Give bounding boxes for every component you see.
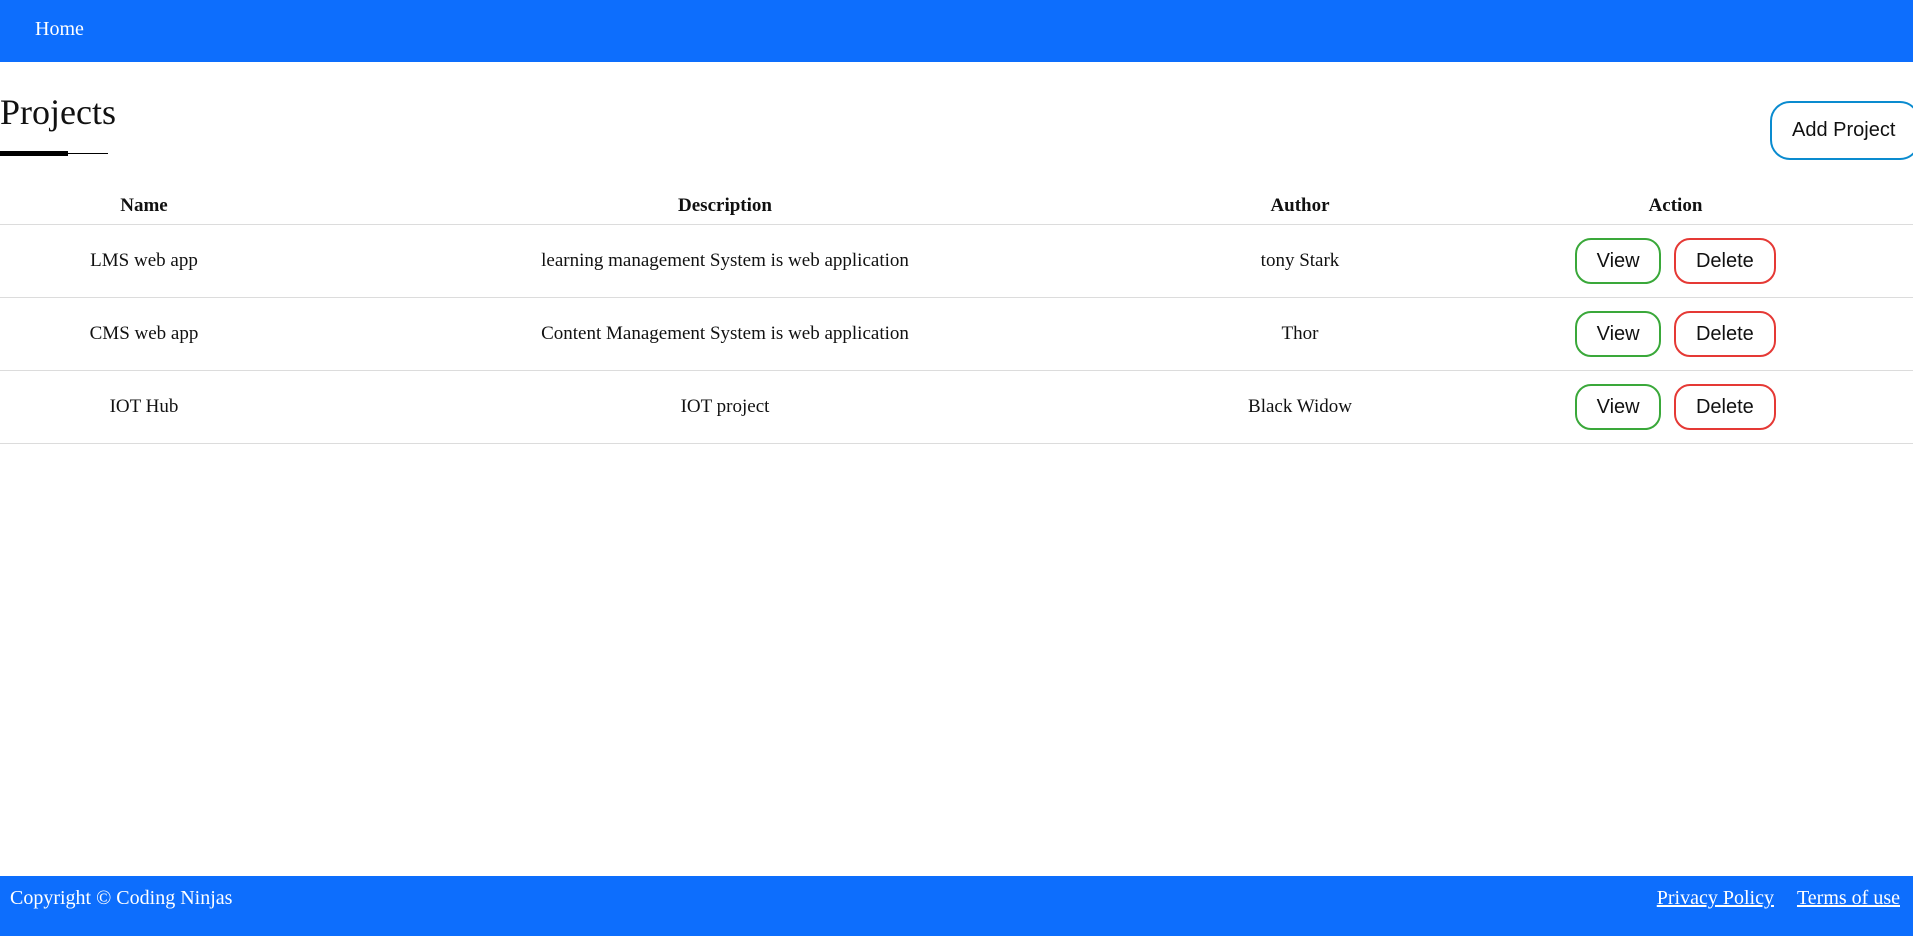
cell-author: Thor <box>1162 297 1438 371</box>
view-button[interactable]: View <box>1575 311 1662 357</box>
cell-author: Black Widow <box>1162 370 1438 444</box>
table-row: LMS web app learning management System i… <box>0 224 1913 298</box>
nav-home-link[interactable]: Home <box>35 18 84 41</box>
header-description: Description <box>288 188 1162 225</box>
view-button[interactable]: View <box>1575 238 1662 284</box>
table-row: CMS web app Content Management System is… <box>0 297 1913 371</box>
table-row: IOT Hub IOT project Black Widow View Del… <box>0 370 1913 444</box>
cell-name: LMS web app <box>0 224 288 298</box>
page-title: Projects <box>0 92 116 132</box>
delete-button[interactable]: Delete <box>1673 384 1776 430</box>
copyright-text: Copyright © Coding Ninjas <box>10 887 233 909</box>
cell-description: learning management System is web applic… <box>288 224 1162 298</box>
footer: Copyright © Coding Ninjas Privacy Policy… <box>0 876 1913 936</box>
terms-of-use-link[interactable]: Terms of use <box>1797 887 1900 909</box>
header-author: Author <box>1162 188 1438 225</box>
header-name: Name <box>0 188 288 225</box>
footer-links: Privacy Policy Terms of use <box>1639 887 1900 910</box>
cell-name: CMS web app <box>0 297 288 371</box>
title-underline-thin <box>68 153 108 154</box>
header-action: Action <box>1438 188 1913 225</box>
add-project-button[interactable]: Add Project <box>1770 101 1913 160</box>
cell-description: IOT project <box>288 370 1162 444</box>
cell-name: IOT Hub <box>0 370 288 444</box>
cell-author: tony Stark <box>1162 224 1438 298</box>
projects-table: Name Description Author Action LMS web a… <box>0 188 1913 444</box>
table-header-row: Name Description Author Action <box>0 188 1913 225</box>
delete-button[interactable]: Delete <box>1673 238 1776 284</box>
top-navbar: Home <box>0 0 1913 62</box>
cell-actions: View Delete <box>1438 370 1913 444</box>
delete-button[interactable]: Delete <box>1673 311 1776 357</box>
view-button[interactable]: View <box>1575 384 1662 430</box>
cell-actions: View Delete <box>1438 297 1913 371</box>
cell-description: Content Management System is web applica… <box>288 297 1162 371</box>
privacy-policy-link[interactable]: Privacy Policy <box>1657 887 1774 909</box>
title-underline <box>0 151 68 156</box>
cell-actions: View Delete <box>1438 224 1913 298</box>
